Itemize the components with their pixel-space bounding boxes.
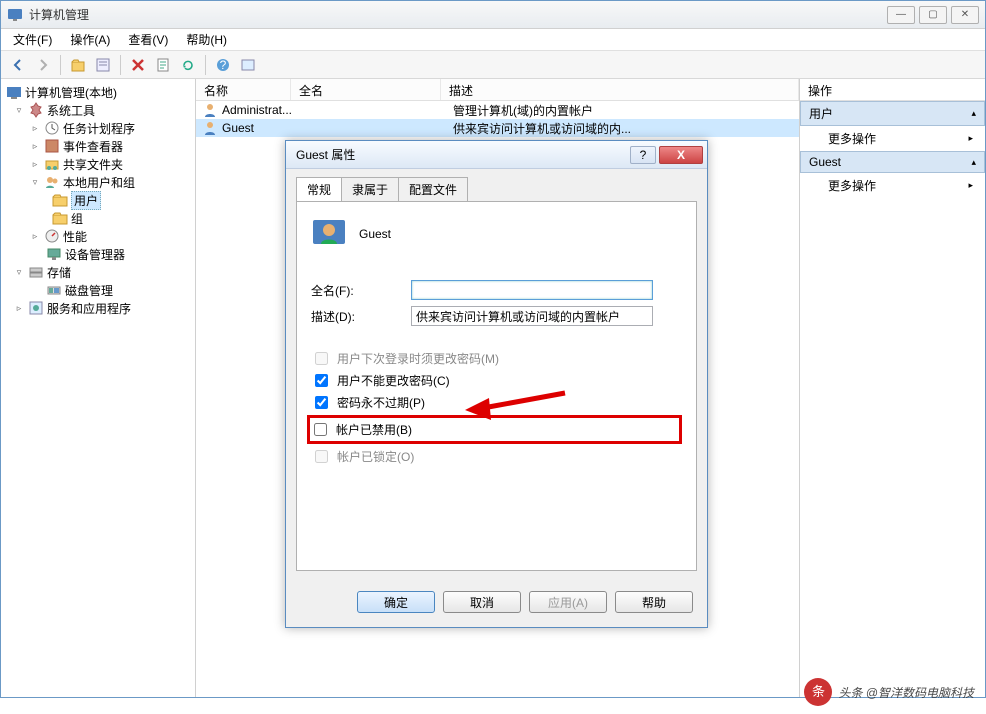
tree-event-viewer[interactable]: ▹事件查看器 <box>1 137 195 155</box>
tree-groups[interactable]: 组 <box>1 209 195 227</box>
col-description[interactable]: 描述 <box>441 79 799 100</box>
forward-icon[interactable] <box>32 54 54 76</box>
dialog-help-button[interactable]: ? <box>630 146 656 164</box>
tree-system-tools[interactable]: ▿系统工具 <box>1 101 195 119</box>
refresh-icon[interactable] <box>177 54 199 76</box>
user-icon <box>202 120 218 136</box>
chevron-right-icon: ▸ <box>968 180 973 191</box>
user-avatar-icon <box>311 216 347 252</box>
tree-task-scheduler[interactable]: ▹任务计划程序 <box>1 119 195 137</box>
collapse-icon: ▴ <box>971 157 976 168</box>
nav-tree[interactable]: 计算机管理(本地) ▿系统工具 ▹任务计划程序 ▹事件查看器 ▹共享文件夹 ▿本… <box>1 79 196 697</box>
tree-disk-management[interactable]: 磁盘管理 <box>1 281 195 299</box>
svg-text:?: ? <box>220 58 227 72</box>
dialog-close-button[interactable]: X <box>659 146 703 164</box>
back-icon[interactable] <box>7 54 29 76</box>
menu-file[interactable]: 文件(F) <box>5 29 60 50</box>
menubar: 文件(F) 操作(A) 查看(V) 帮助(H) <box>1 29 985 51</box>
properties-icon[interactable] <box>92 54 114 76</box>
username-label: Guest <box>359 227 391 241</box>
dialog-tabs: 常规 隶属于 配置文件 <box>286 169 707 201</box>
chevron-right-icon: ▸ <box>968 133 973 144</box>
checkbox-account-locked: 帐户已锁定(O) <box>311 447 682 466</box>
extra-icon[interactable] <box>237 54 259 76</box>
actions-section-guest[interactable]: Guest▴ <box>800 151 985 173</box>
actions-pane: 操作 用户▴ 更多操作▸ Guest▴ 更多操作▸ <box>800 79 985 697</box>
help-button[interactable]: 帮助 <box>615 591 693 613</box>
checkbox-cannot-change-password[interactable]: 用户不能更改密码(C) <box>311 371 682 390</box>
apply-button[interactable]: 应用(A) <box>529 591 607 613</box>
checkbox-password-never-expires[interactable]: 密码永不过期(P) <box>311 393 682 412</box>
tree-root[interactable]: 计算机管理(本地) <box>1 83 195 101</box>
dialog-titlebar[interactable]: Guest 属性 ? X <box>286 141 707 169</box>
minimize-button[interactable]: — <box>887 6 915 24</box>
collapse-icon: ▴ <box>971 108 976 119</box>
tree-users[interactable]: 用户 <box>1 191 195 209</box>
help-icon[interactable]: ? <box>212 54 234 76</box>
window-title: 计算机管理 <box>29 6 887 23</box>
dialog-buttons: 确定 取消 应用(A) 帮助 <box>286 581 707 627</box>
menu-help[interactable]: 帮助(H) <box>178 29 235 50</box>
ok-button[interactable]: 确定 <box>357 591 435 613</box>
action-more-1[interactable]: 更多操作▸ <box>800 126 985 151</box>
description-label: 描述(D): <box>311 308 411 325</box>
user-icon <box>202 102 218 118</box>
tab-general[interactable]: 常规 <box>296 177 342 201</box>
dialog-title: Guest 属性 <box>296 146 630 163</box>
tree-shared-folders[interactable]: ▹共享文件夹 <box>1 155 195 173</box>
fullname-input[interactable] <box>411 280 653 300</box>
tree-device-manager[interactable]: 设备管理器 <box>1 245 195 263</box>
tree-performance[interactable]: ▹性能 <box>1 227 195 245</box>
watermark: 条头条 @智洋数码电脑科技 <box>804 677 974 706</box>
close-button[interactable]: ✕ <box>951 6 979 24</box>
list-header: 名称 全名 描述 <box>196 79 799 101</box>
maximize-button[interactable]: ▢ <box>919 6 947 24</box>
fullname-label: 全名(F): <box>311 282 411 299</box>
description-input[interactable] <box>411 306 653 326</box>
action-more-2[interactable]: 更多操作▸ <box>800 173 985 198</box>
up-icon[interactable] <box>67 54 89 76</box>
menu-view[interactable]: 查看(V) <box>120 29 176 50</box>
list-item[interactable]: Administrat... 管理计算机(域)的内置帐户 <box>196 101 799 119</box>
tab-profile[interactable]: 配置文件 <box>398 177 468 201</box>
delete-icon[interactable] <box>127 54 149 76</box>
col-name[interactable]: 名称 <box>196 79 291 100</box>
actions-section-users[interactable]: 用户▴ <box>800 101 985 126</box>
tree-services-apps[interactable]: ▹服务和应用程序 <box>1 299 195 317</box>
properties-dialog: Guest 属性 ? X 常规 隶属于 配置文件 Guest 全名(F): 描述… <box>285 140 708 628</box>
checkbox-account-disabled[interactable]: 帐户已禁用(B) <box>307 415 682 444</box>
actions-title: 操作 <box>800 79 985 101</box>
cancel-button[interactable]: 取消 <box>443 591 521 613</box>
tab-member-of[interactable]: 隶属于 <box>341 177 399 201</box>
list-item[interactable]: Guest 供来宾访问计算机或访问域的内... <box>196 119 799 137</box>
titlebar[interactable]: 计算机管理 — ▢ ✕ <box>1 1 985 29</box>
checkbox-must-change-password: 用户下次登录时须更改密码(M) <box>311 349 682 368</box>
toolbar: ? <box>1 51 985 79</box>
menu-action[interactable]: 操作(A) <box>62 29 118 50</box>
export-icon[interactable] <box>152 54 174 76</box>
app-icon <box>7 7 23 23</box>
tab-panel-general: Guest 全名(F): 描述(D): 用户下次登录时须更改密码(M) 用户不能… <box>296 201 697 571</box>
tree-local-users-groups[interactable]: ▿本地用户和组 <box>1 173 195 191</box>
tree-storage[interactable]: ▿存储 <box>1 263 195 281</box>
col-fullname[interactable]: 全名 <box>291 79 441 100</box>
